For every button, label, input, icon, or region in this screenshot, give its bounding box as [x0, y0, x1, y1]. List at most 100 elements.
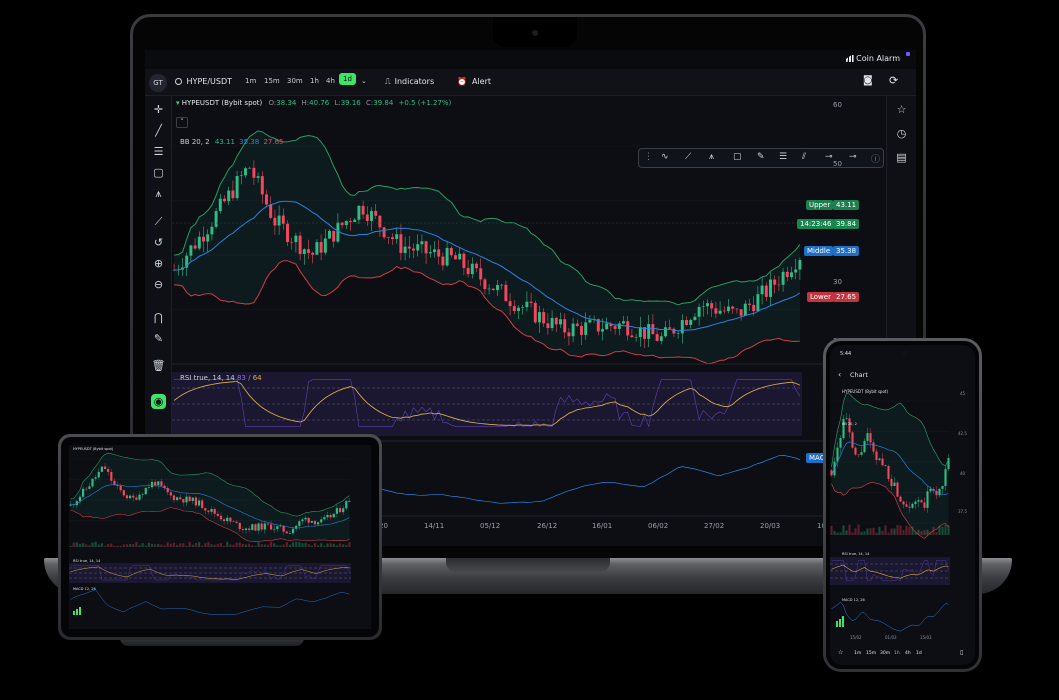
layout-icon[interactable]: ▯: [960, 649, 963, 656]
tf-1d[interactable]: 1d: [339, 73, 356, 85]
symbol-search[interactable]: HYPE/USDT: [175, 77, 232, 86]
wave-icon[interactable]: ∿: [661, 152, 669, 162]
zoom-out-icon[interactable]: ⊖: [151, 277, 166, 292]
volume-bar: [260, 544, 263, 547]
candle: [441, 256, 445, 266]
volume-bar: [166, 542, 169, 547]
candle: [706, 303, 709, 307]
alert-button[interactable]: ⏰ Alert: [457, 77, 491, 86]
volume-bar: [887, 532, 890, 535]
volume-bar: [866, 528, 869, 535]
rectangle-icon[interactable]: ▢: [151, 165, 166, 180]
tf-1h[interactable]: 1h: [310, 77, 319, 85]
candle: [311, 252, 315, 255]
pattern-icon[interactable]: ⩚: [151, 186, 166, 201]
trendline-icon[interactable]: ╱: [151, 123, 166, 138]
fib-icon[interactable]: ☰: [151, 144, 166, 159]
volume-bar: [926, 529, 929, 535]
undo-icon[interactable]: ↺: [151, 235, 166, 250]
volume-bar: [884, 525, 887, 535]
tf-15m[interactable]: 15m: [866, 651, 876, 656]
ruler-icon[interactable]: ⟋: [151, 214, 166, 229]
candle: [651, 324, 655, 335]
volume-bar: [141, 543, 144, 547]
volume-bar: [150, 543, 154, 547]
volume-bar: [270, 541, 273, 547]
h-line-icon[interactable]: ⊸: [825, 152, 833, 162]
trash-icon[interactable]: 🗑: [151, 358, 166, 373]
pattern-icon[interactable]: ⩚: [709, 152, 714, 162]
collapse-icon[interactable]: ▾: [176, 99, 180, 107]
volume-bar: [251, 545, 254, 547]
candle: [462, 253, 466, 268]
tf-4h[interactable]: 4h: [905, 651, 911, 656]
volume-bar: [830, 525, 833, 535]
star-icon[interactable]: ☆: [894, 102, 909, 117]
candle: [201, 500, 204, 509]
candle: [348, 501, 351, 503]
date-label: 06/02: [648, 522, 669, 530]
menubar-app[interactable]: Coin Alarm: [845, 54, 900, 63]
candle: [727, 306, 730, 312]
tag-lower-label: Lower: [807, 292, 834, 302]
collapse-legend-button[interactable]: ˄: [176, 117, 188, 128]
volume-bar: [219, 543, 223, 547]
candle: [103, 466, 107, 469]
back-icon[interactable]: ‹: [838, 370, 841, 379]
refresh-icon[interactable]: ⟳: [889, 74, 898, 87]
notes-icon[interactable]: ▤: [894, 150, 909, 165]
avatar[interactable]: GT: [149, 74, 167, 92]
candle: [866, 433, 869, 441]
magnet-icon[interactable]: ⋂: [151, 310, 166, 325]
volume-bar: [273, 543, 276, 547]
lock-draw-icon[interactable]: ✎: [151, 331, 166, 346]
candle: [517, 307, 520, 312]
candle: [881, 458, 884, 466]
tf-30m[interactable]: 30m: [880, 651, 890, 656]
candle: [693, 316, 697, 320]
info-icon[interactable]: ⓘ: [871, 152, 880, 165]
fib-icon[interactable]: ☰: [779, 152, 787, 162]
zoom-in-icon[interactable]: ⊕: [151, 256, 166, 271]
ray-icon[interactable]: ⊸: [849, 152, 857, 162]
alarm-clock-icon[interactable]: ◷: [894, 126, 909, 141]
rectangle-icon[interactable]: ▢: [733, 152, 742, 162]
camera-icon[interactable]: ◙: [863, 75, 873, 86]
volume-bar: [72, 542, 75, 547]
tf-4h[interactable]: 4h: [326, 77, 335, 85]
indicators-button[interactable]: ⎍ Indicators: [385, 77, 434, 87]
tf-1d[interactable]: 1d: [916, 651, 922, 656]
indicators-icon: ⎍: [385, 77, 391, 86]
show-hide-icon[interactable]: ◉: [151, 394, 166, 409]
candle: [575, 323, 579, 326]
volume-bar: [935, 532, 938, 535]
candle: [317, 522, 320, 525]
star-icon[interactable]: ☆: [838, 649, 843, 656]
rsi-legend: RSI true, 14, 14 83 / 64: [180, 374, 262, 382]
pitchfork-icon[interactable]: ⫽: [802, 152, 806, 162]
candle: [329, 514, 332, 518]
tf-30m[interactable]: 30m: [287, 77, 303, 85]
tf-1m[interactable]: 1m: [245, 77, 256, 85]
pencil-icon[interactable]: ✎: [757, 152, 765, 162]
tf-15m[interactable]: 15m: [264, 77, 280, 85]
candle: [890, 478, 893, 486]
candle: [235, 175, 239, 199]
crosshair-icon[interactable]: ✛: [151, 102, 166, 117]
line-icon[interactable]: ⟋: [685, 152, 691, 162]
tf-1m[interactable]: 1m: [854, 651, 861, 656]
chevron-down-icon[interactable]: ⌄: [361, 77, 367, 85]
candle: [395, 234, 399, 240]
candle: [521, 307, 525, 308]
candle: [756, 294, 760, 312]
drag-handle-icon[interactable]: ⋮: [644, 152, 653, 162]
tf-1h[interactable]: 1h: [894, 651, 900, 656]
candle: [345, 501, 348, 509]
candle: [743, 303, 747, 316]
mini-bar: [79, 607, 81, 615]
candle: [160, 481, 163, 486]
candle: [227, 190, 231, 202]
volume-bar: [88, 545, 91, 547]
tag-upper-value: 43.11: [833, 200, 860, 210]
candle: [926, 491, 929, 508]
